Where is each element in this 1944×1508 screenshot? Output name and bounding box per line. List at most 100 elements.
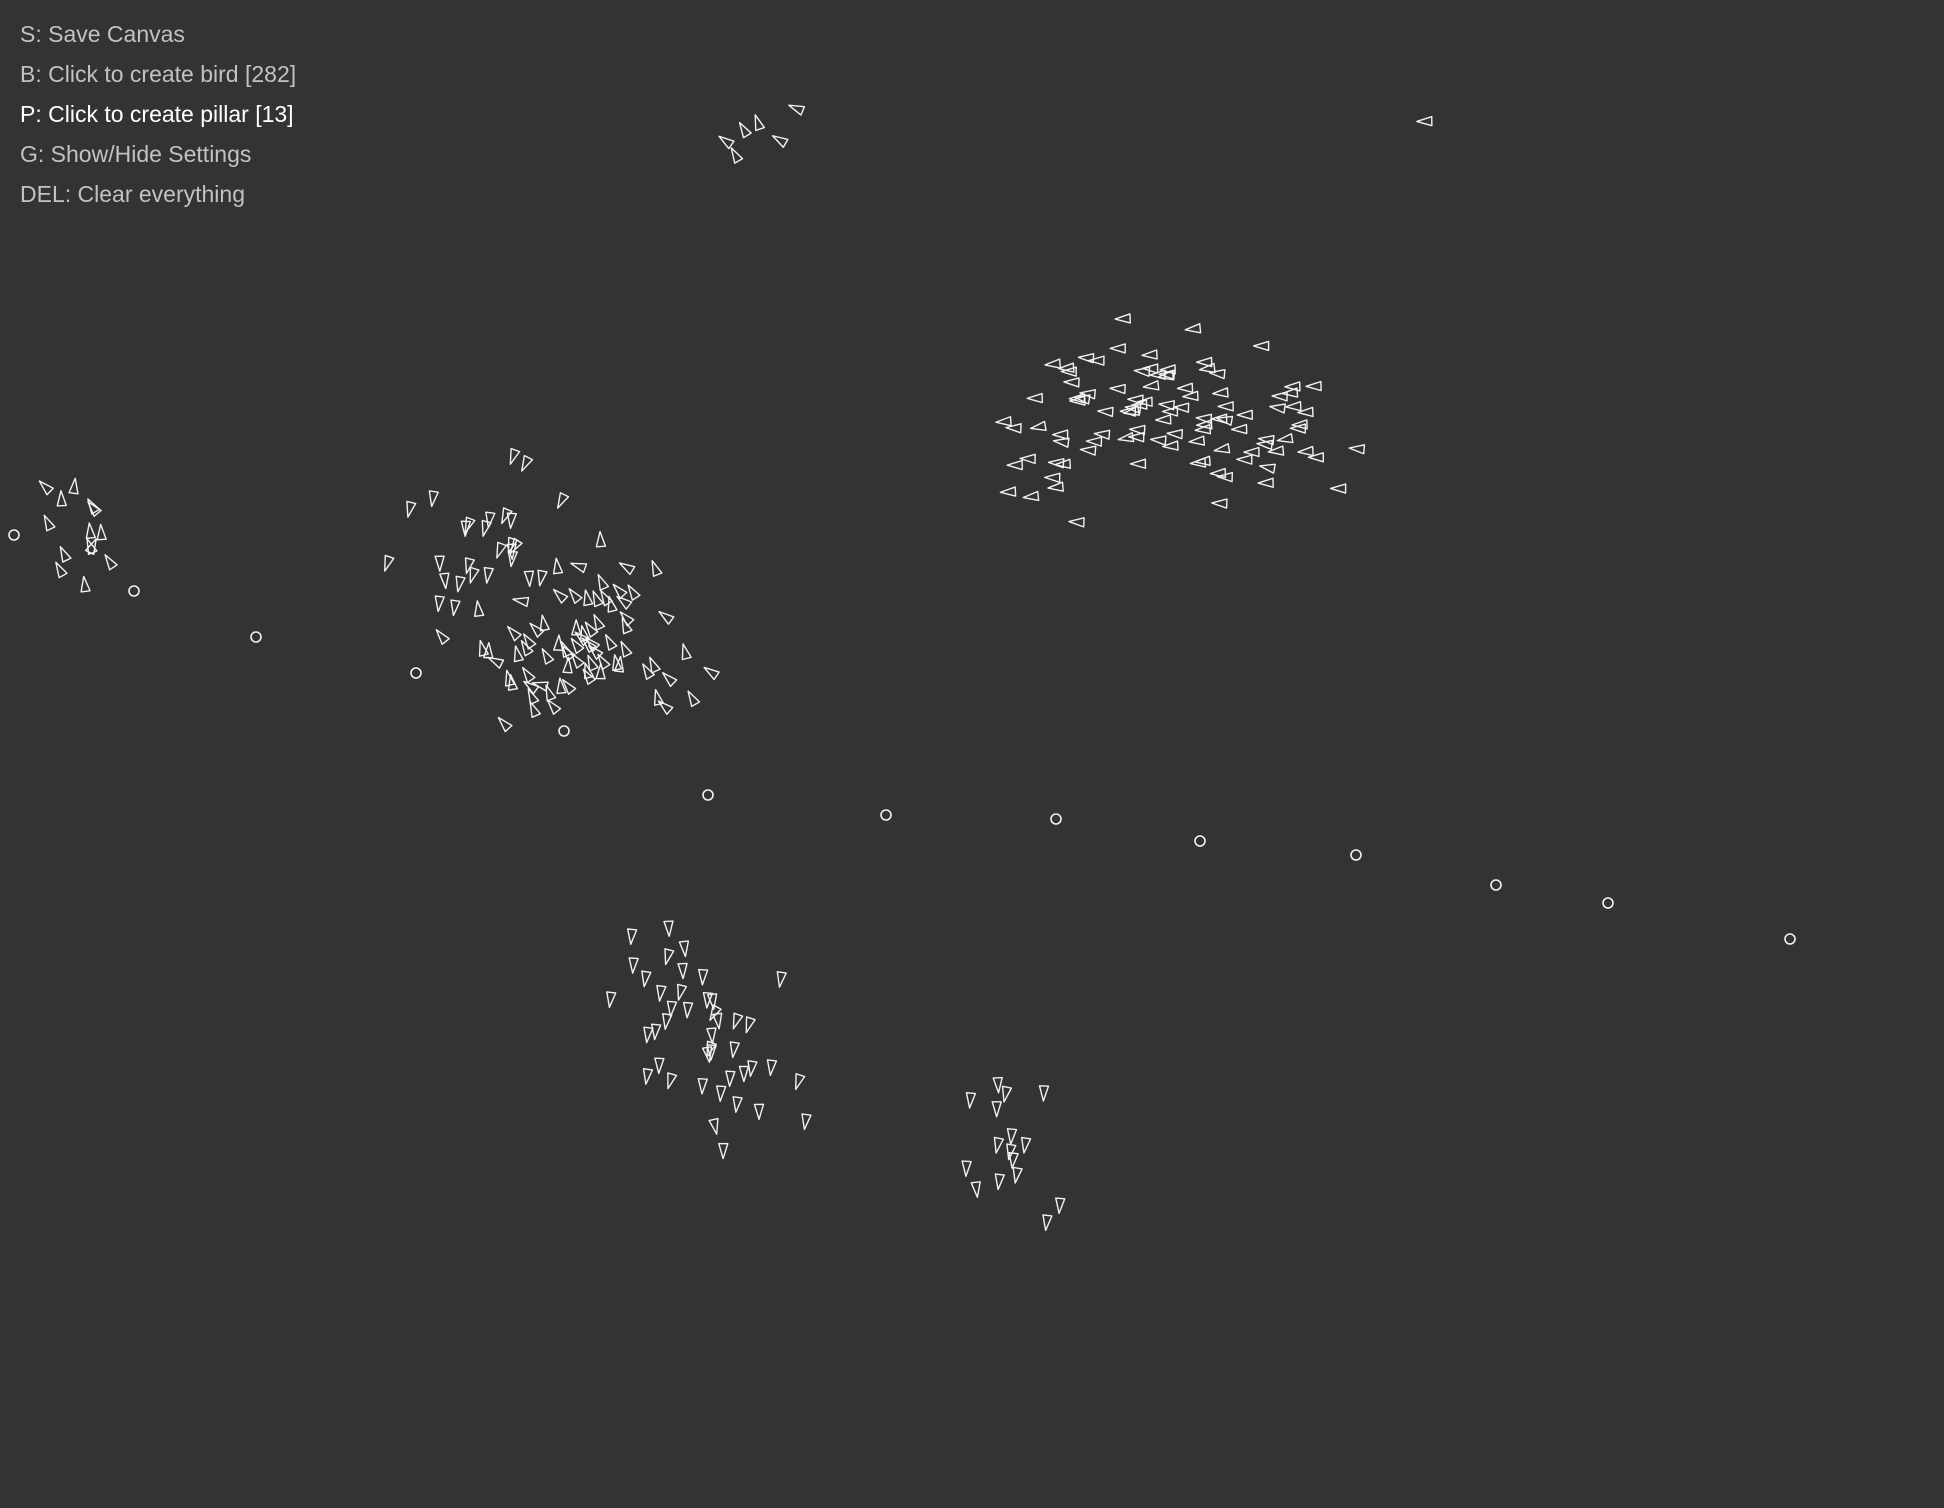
bird-marker	[507, 625, 522, 642]
bird-marker	[991, 1101, 1002, 1118]
menu-toggle-settings[interactable]: G: Show/Hide Settings	[20, 134, 296, 174]
bird-marker	[732, 1012, 744, 1030]
bird-marker	[1079, 445, 1097, 456]
boids-canvas[interactable]	[0, 0, 1944, 1508]
bird-marker	[406, 500, 417, 518]
simulation-stage[interactable]: S: Save Canvas B: Click to create bird […	[0, 0, 1944, 1508]
bird-marker	[970, 1181, 981, 1198]
bird-marker	[745, 1016, 756, 1034]
bird-marker	[605, 634, 618, 651]
pillar-marker	[558, 725, 570, 737]
bird-marker	[1008, 1152, 1019, 1169]
bird-marker	[1184, 323, 1202, 334]
bird-marker	[1154, 414, 1172, 425]
bird-marker	[497, 716, 513, 733]
bird-marker	[537, 569, 548, 587]
bird-marker	[1022, 490, 1040, 502]
bird-marker	[1149, 435, 1167, 446]
bird-marker	[1230, 423, 1248, 435]
menu-clear-everything[interactable]: DEL: Clear everything	[20, 174, 296, 214]
pillar-marker	[702, 789, 714, 801]
bird-marker	[621, 617, 633, 635]
bird-marker	[384, 554, 395, 572]
bird-marker	[618, 562, 636, 576]
bird-marker	[732, 1096, 743, 1113]
bird-marker	[1236, 409, 1253, 421]
bird-marker	[96, 523, 107, 541]
bird-marker	[738, 121, 752, 139]
bird-marker	[87, 498, 101, 515]
pillar-marker	[128, 585, 140, 597]
bird-marker	[1416, 116, 1433, 127]
bird-marker	[1044, 472, 1061, 483]
bird-marker	[965, 1092, 977, 1109]
bird-marker	[1026, 392, 1043, 404]
bird-marker	[662, 672, 678, 688]
bird-marker	[562, 656, 573, 674]
bird-marker	[1142, 380, 1160, 391]
bird-marker	[1029, 420, 1047, 432]
bird-marker	[708, 1117, 719, 1135]
pillar-layer	[8, 529, 1796, 945]
bird-marker	[654, 1057, 665, 1075]
bird-marker	[512, 596, 530, 608]
bird-marker	[651, 559, 663, 577]
bird-marker	[1305, 380, 1322, 392]
bird-marker	[1042, 1214, 1053, 1232]
bird-marker	[994, 1173, 1005, 1191]
bird-marker	[1051, 429, 1069, 440]
bird-marker	[771, 135, 789, 148]
bird-marker	[552, 557, 564, 575]
bird-marker	[776, 970, 787, 988]
bird-marker	[718, 135, 735, 150]
bird-marker	[561, 678, 577, 695]
bird-marker	[1276, 433, 1294, 444]
bird-marker	[595, 530, 607, 548]
bird-marker	[523, 570, 535, 588]
bird-marker	[1252, 340, 1270, 352]
bird-marker	[1055, 1197, 1066, 1215]
pillar-marker	[1194, 835, 1206, 847]
bird-marker	[992, 1076, 1003, 1094]
bird-marker	[434, 555, 445, 572]
bird-marker	[1038, 1085, 1050, 1102]
bird-marker	[725, 1070, 736, 1088]
bird-marker	[434, 595, 445, 613]
bird-marker	[1212, 387, 1229, 398]
bird-marker	[552, 588, 569, 604]
bird-marker	[1195, 413, 1213, 424]
bird-marker	[993, 1136, 1005, 1154]
menu-create-pillar[interactable]: P: Click to create pillar [13]	[20, 94, 296, 134]
bird-marker	[507, 673, 519, 691]
bird-marker	[55, 561, 68, 579]
bird-marker	[718, 1142, 729, 1160]
bird-marker	[642, 1068, 654, 1085]
bird-marker	[1068, 517, 1085, 528]
bird-marker	[1307, 452, 1325, 463]
bird-marker	[545, 684, 557, 702]
pillar-marker	[1350, 849, 1362, 861]
bird-marker	[455, 575, 466, 593]
bird-marker	[1141, 349, 1158, 360]
menu-create-bird[interactable]: B: Click to create bird [282]	[20, 54, 296, 94]
bird-marker	[641, 970, 652, 988]
bird-marker	[788, 104, 806, 116]
bird-marker	[677, 962, 688, 980]
bird-marker	[1208, 368, 1226, 380]
menu-save-canvas[interactable]: S: Save Canvas	[20, 14, 296, 54]
bird-marker	[464, 557, 475, 575]
bird-marker	[513, 645, 524, 663]
bird-marker	[1258, 463, 1276, 474]
bird-marker	[1236, 454, 1253, 465]
bird-marker	[658, 610, 675, 625]
bird-marker	[999, 486, 1017, 497]
pillar-marker	[1602, 897, 1614, 909]
bird-marker	[1109, 343, 1126, 354]
bird-marker	[487, 656, 505, 669]
pillar-marker	[1490, 879, 1502, 891]
bird-marker	[1166, 428, 1184, 440]
bird-marker	[1188, 435, 1206, 446]
bird-marker	[1176, 382, 1194, 393]
bird-marker	[703, 666, 720, 681]
pillar-marker	[1050, 813, 1062, 825]
